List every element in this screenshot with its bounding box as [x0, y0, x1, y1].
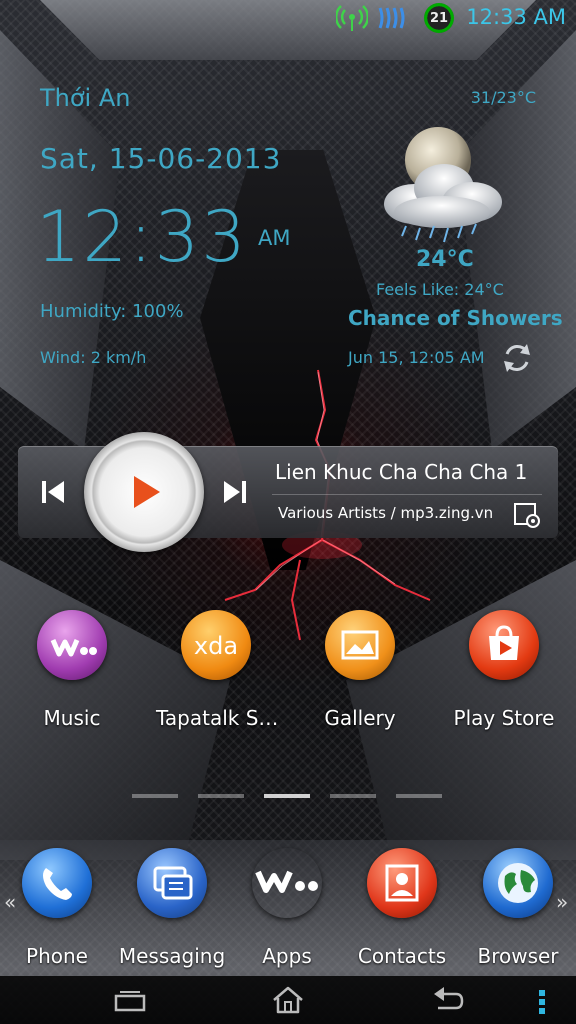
gallery-icon — [325, 610, 395, 680]
weather-feels-like: Feels Like: 24°C — [376, 280, 504, 299]
settings-icon[interactable] — [512, 500, 542, 530]
walkman-apps-icon — [252, 848, 322, 918]
hotspot-icon — [336, 5, 368, 31]
app-label: Messaging — [118, 944, 226, 968]
divider — [272, 494, 542, 495]
app-gallery[interactable]: Gallery — [300, 610, 420, 730]
app-label: Phone — [26, 944, 88, 968]
dock-browser[interactable]: Browser — [458, 848, 576, 968]
track-title: Lien Khuc Cha Cha Cha 1 — [275, 460, 528, 484]
widget-ampm: AM — [258, 226, 291, 250]
recent-apps-icon[interactable] — [110, 982, 150, 1018]
night-showers-icon — [384, 127, 502, 243]
app-label: Gallery — [324, 706, 396, 730]
track-artist: Various Artists / mp3.zing.vn — [278, 504, 494, 522]
weather-condition: Chance of Showers — [348, 306, 563, 330]
app-label: Tapatalk S… — [156, 706, 279, 730]
widget-date: Sat, 15-06-2013 — [40, 142, 282, 175]
widget-time: 12:33 — [36, 196, 248, 278]
play-icon — [134, 476, 160, 508]
page-indicator-active[interactable] — [264, 794, 310, 798]
menu-icon[interactable] — [538, 988, 546, 1016]
app-label: Music — [43, 706, 101, 730]
dock-messaging[interactable]: Messaging — [112, 848, 232, 968]
dock-apps[interactable]: Apps — [227, 848, 347, 968]
previous-icon[interactable] — [40, 478, 66, 506]
play-store-icon — [469, 610, 539, 680]
svg-text:xda: xda — [194, 632, 238, 660]
app-label: Browser — [477, 944, 559, 968]
xda-icon: xda — [181, 610, 251, 680]
notification-badge: 21 — [424, 3, 454, 33]
app-label: Contacts — [357, 944, 447, 968]
weather-location: Thới An — [40, 84, 131, 112]
page-indicator[interactable] — [396, 794, 442, 798]
contacts-icon — [367, 848, 437, 918]
page-indicator[interactable] — [198, 794, 244, 798]
next-icon[interactable] — [222, 478, 248, 506]
signal-waves-icon — [378, 7, 405, 29]
page-indicator[interactable] — [132, 794, 178, 798]
play-button[interactable] — [84, 432, 204, 552]
app-music[interactable]: Music — [12, 610, 132, 730]
weather-temperature: 24°C — [416, 247, 474, 272]
refresh-icon[interactable] — [500, 340, 534, 376]
messaging-icon — [137, 848, 207, 918]
app-play-store[interactable]: Play Store — [444, 610, 564, 730]
back-icon[interactable] — [428, 982, 468, 1018]
app-tapatalk[interactable]: xda Tapatalk S… — [156, 610, 279, 730]
globe-icon — [483, 848, 553, 918]
page-indicator[interactable] — [330, 794, 376, 798]
weather-humidity: Humidity: 100% — [40, 301, 184, 322]
phone-icon — [22, 848, 92, 918]
app-label: Play Store — [453, 706, 555, 730]
app-label: Apps — [262, 944, 312, 968]
status-bar[interactable]: 21 12:33 AM — [0, 0, 576, 36]
dock-phone[interactable]: Phone — [0, 848, 117, 968]
walkman-icon — [37, 610, 107, 680]
home-icon[interactable] — [268, 982, 308, 1018]
dock-contacts[interactable]: Contacts — [342, 848, 462, 968]
weather-wind: Wind: 2 km/h — [40, 348, 147, 367]
status-clock: 12:33 AM — [466, 5, 566, 29]
weather-temp-range: 31/23°C — [470, 88, 536, 107]
weather-updated-time: Jun 15, 12:05 AM — [348, 348, 485, 367]
